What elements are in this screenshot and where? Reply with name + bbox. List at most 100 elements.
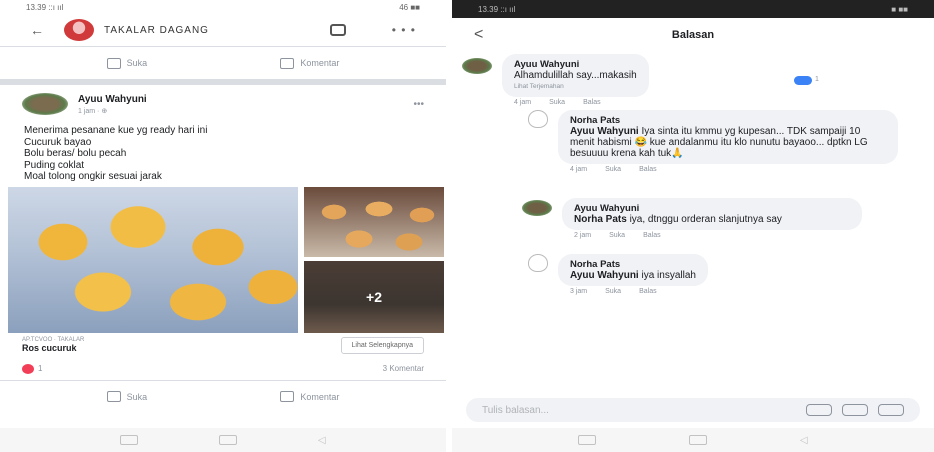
reply-input[interactable]: Tulis balasan... — [466, 398, 920, 422]
reaction-summary: 1 3 Komentar — [0, 358, 446, 380]
comment-label: Komentar — [300, 391, 340, 402]
post-line: Puding coklat — [24, 159, 85, 171]
comment-text: iya, dtnggu orderan slanjutnya say — [629, 214, 782, 225]
reply-button[interactable]: Balas — [583, 99, 601, 106]
reply-button[interactable]: Balas — [643, 232, 661, 239]
post-line: Bolu beras/ bolu pecah — [24, 148, 127, 159]
comment-time: 3 jam — [570, 288, 588, 295]
comment-actions: 2 jam Suka Balas — [574, 232, 862, 239]
heart-reaction-icon[interactable] — [22, 363, 34, 374]
android-navbar: ◁ — [452, 428, 934, 452]
mention-tag[interactable]: Norha Pats — [574, 214, 627, 225]
status-right: ■ ■■ — [891, 4, 908, 14]
post-options-icon[interactable]: ••• — [413, 99, 424, 110]
like-reaction-icon[interactable] — [794, 76, 812, 85]
like-button[interactable]: Suka — [605, 166, 621, 173]
reply-button[interactable]: Balas — [639, 166, 657, 173]
status-right: 46 ■■ — [399, 2, 420, 12]
comment-time: 2 jam — [574, 232, 592, 239]
status-time: 13.39 ::ı ııl — [478, 4, 516, 14]
comment-bubble[interactable]: Ayuu Wahyuni Norha Pats iya, dtnggu orde… — [562, 198, 862, 230]
back-nav-icon[interactable]: ◁ — [800, 435, 808, 446]
photo-secondary[interactable] — [304, 186, 444, 257]
like-label: Suka — [126, 58, 148, 68]
comment-bubble[interactable]: Norha Pats Ayuu Wahyuni Iya sinta itu km… — [558, 110, 898, 164]
mention-tag[interactable]: Ayuu Wahyuni — [570, 126, 639, 137]
sticker-icon[interactable] — [878, 404, 904, 416]
comment: Norha Pats Ayuu Wahyuni iya insyallah 3 … — [528, 254, 708, 295]
commenter-name[interactable]: Norha Pats — [570, 115, 886, 126]
back-arrow-icon[interactable]: < — [474, 26, 498, 44]
reaction-count[interactable]: 1 — [815, 76, 819, 83]
mention-tag[interactable]: Ayuu Wahyuni — [570, 270, 639, 281]
like-button[interactable]: Suka — [106, 391, 148, 402]
comment: Ayuu Wahyuni Norha Pats iya, dtnggu orde… — [522, 198, 862, 239]
comment-button[interactable]: Komentar — [280, 391, 339, 402]
post-line: Menerima pesanane kue yg ready hari ini — [24, 125, 208, 136]
comment-actions: 4 jam Suka Balas — [570, 166, 898, 173]
back-arrow-icon[interactable]: ← — [30, 22, 54, 38]
post-author[interactable]: Ayuu Wahyuni — [78, 94, 147, 105]
link-preview[interactable]: AP.TCVOO · TAKALAR Ros cucuruk Lihat Sel… — [0, 333, 446, 358]
camera-icon[interactable] — [806, 404, 832, 416]
like-button[interactable]: Suka — [549, 99, 565, 106]
back-nav-icon[interactable]: ◁ — [318, 435, 326, 446]
comment-icon — [280, 391, 295, 402]
reply-button[interactable]: Balas — [639, 288, 657, 295]
gif-icon[interactable] — [842, 404, 868, 416]
see-translation-link[interactable]: Lihat Terjemahan — [514, 81, 637, 92]
recents-icon[interactable] — [120, 435, 139, 445]
comment-text: Alhamdulillah say...makasih — [514, 70, 637, 81]
comment: Ayuu Wahyuni Alhamdulillah say...makasih… — [462, 54, 649, 106]
comment-text: iya insyallah — [641, 270, 696, 281]
left-screen: 13.39 ::ı ııl 46 ■■ ← TAKALAR DAGANG • •… — [0, 0, 446, 452]
status-time: 13.39 ::ı ııl — [26, 2, 64, 12]
photo-more[interactable]: +2 — [304, 260, 444, 333]
more-photos-count: +2 — [366, 288, 382, 305]
comment-button[interactable]: Komentar — [280, 57, 339, 69]
page-title: Balasan — [671, 29, 715, 41]
comment-icon — [280, 57, 295, 69]
post-time[interactable]: 1 jam · ⊕ — [78, 107, 147, 115]
group-name[interactable]: TAKALAR DAGANG — [104, 25, 320, 36]
like-button[interactable]: Suka — [106, 57, 148, 69]
commenter-name[interactable]: Ayuu Wahyuni — [514, 59, 637, 70]
group-avatar[interactable] — [64, 19, 94, 41]
post-line: Moal tolong ongkir sesuai jarak — [24, 171, 162, 182]
comment-bubble[interactable]: Norha Pats Ayuu Wahyuni iya insyallah — [558, 254, 708, 286]
home-icon[interactable] — [219, 435, 238, 445]
avatar[interactable] — [462, 58, 492, 74]
group-header: ← TAKALAR DAGANG • • • — [0, 14, 446, 46]
comment-actions: 3 jam Suka Balas — [570, 288, 708, 295]
comment-count[interactable]: 3 Komentar — [383, 364, 424, 373]
search-icon[interactable] — [329, 24, 346, 36]
comment-time: 4 jam — [514, 99, 532, 106]
author-avatar[interactable] — [22, 93, 68, 115]
comment-bubble[interactable]: Ayuu Wahyuni Alhamdulillah say...makasih… — [502, 54, 649, 97]
comment-actions: 4 jam Suka Balas — [514, 99, 649, 106]
status-bar: 13.39 ::ı ııl ■ ■■ — [452, 0, 934, 18]
avatar[interactable] — [528, 110, 548, 128]
recents-icon[interactable] — [578, 435, 597, 445]
photo-main[interactable] — [8, 186, 298, 333]
avatar[interactable] — [528, 254, 548, 272]
android-navbar: ◁ — [0, 428, 446, 452]
like-button[interactable]: Suka — [605, 288, 621, 295]
commenter-name[interactable]: Norha Pats — [570, 259, 696, 270]
post-actions: Suka Komentar — [0, 381, 446, 413]
home-icon[interactable] — [689, 435, 708, 445]
avatar[interactable] — [522, 200, 552, 216]
post-line: Cucuruk bayao — [24, 136, 92, 148]
like-label: Suka — [126, 391, 148, 402]
more-options-icon[interactable]: • • • — [392, 23, 416, 37]
reaction-count[interactable]: 1 — [38, 364, 42, 373]
commenter-name[interactable]: Ayuu Wahyuni — [574, 203, 850, 214]
thumbs-up-icon — [106, 391, 121, 402]
post-photos: +2 — [0, 186, 446, 333]
like-button[interactable]: Suka — [609, 232, 625, 239]
replies-header: < Balasan — [452, 18, 934, 52]
previous-post-actions: Suka Komentar — [0, 47, 446, 79]
thumbs-up-icon — [106, 57, 121, 69]
see-more-button[interactable]: Lihat Selengkapnya — [340, 336, 424, 354]
reply-placeholder[interactable]: Tulis balasan... — [482, 405, 796, 416]
